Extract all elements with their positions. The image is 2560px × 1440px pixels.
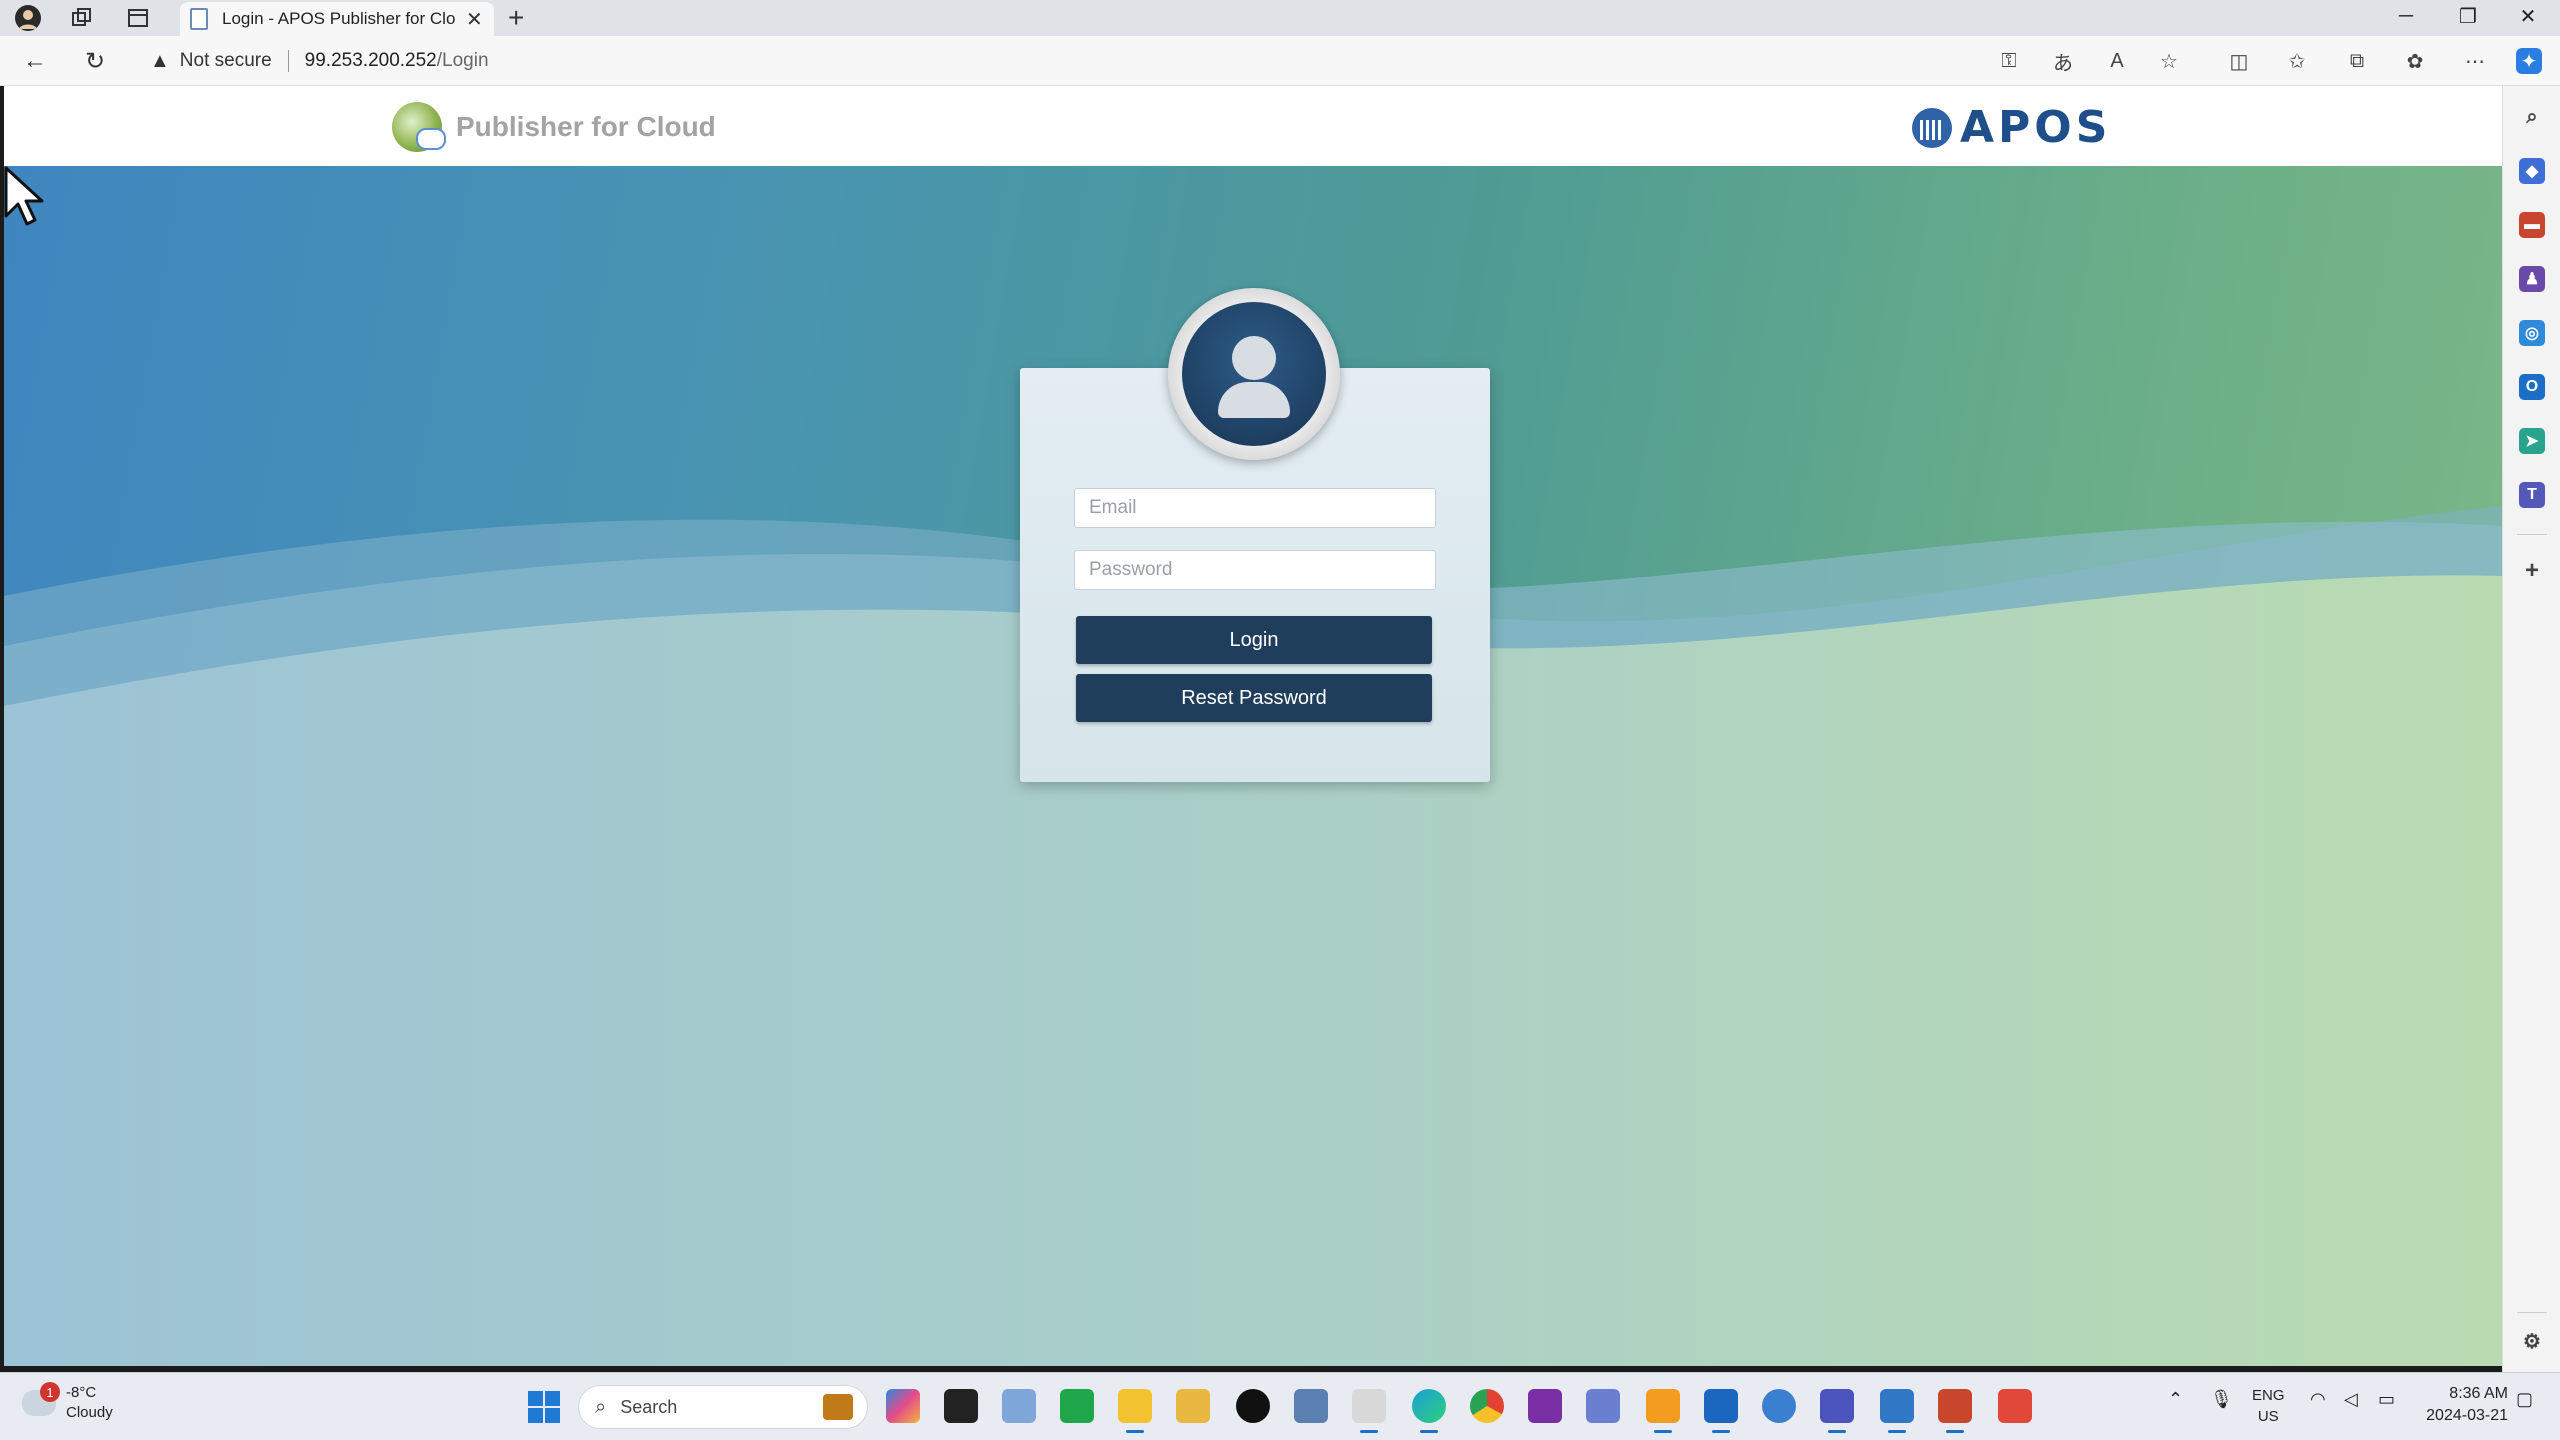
- url-text[interactable]: 99.253.200.252/Login: [305, 50, 489, 72]
- taskbar-search[interactable]: ⌕ Search: [578, 1385, 868, 1429]
- sidebar-divider-bottom: [2517, 1312, 2547, 1313]
- start-button[interactable]: [528, 1391, 560, 1423]
- tab-login[interactable]: Login - APOS Publisher for Cloud ✕: [180, 2, 494, 36]
- wifi-icon[interactable]: ◠: [2310, 1389, 2326, 1410]
- user-silhouette-icon: [1182, 302, 1326, 446]
- volume-icon[interactable]: ◁: [2344, 1389, 2358, 1410]
- user-avatar: [1168, 288, 1340, 460]
- browser-tab-strip: Login - APOS Publisher for Cloud ✕ + ─ ❐…: [0, 0, 2560, 36]
- sidebar-games-icon[interactable]: ♟: [2519, 266, 2545, 292]
- weather-temp: -8°C: [66, 1384, 97, 1401]
- browser-toolbar: ← ↻ ▲ Not secure 99.253.200.252/Login ⚿ …: [0, 36, 2560, 86]
- weather-widget[interactable]: 1 -8°C Cloudy: [22, 1382, 113, 1423]
- file-explorer-icon[interactable]: [1118, 1389, 1152, 1433]
- tab-actions-icon[interactable]: [124, 4, 152, 32]
- terminal-app-icon[interactable]: [944, 1389, 978, 1423]
- tray-chevron-icon[interactable]: ⌃: [2168, 1389, 2183, 1410]
- brand: Publisher for Cloud: [392, 102, 716, 152]
- web-page: Publisher for Cloud APOS Login Reset: [4, 86, 2502, 1366]
- notes-app-icon[interactable]: [1352, 1389, 1386, 1433]
- restore-icon[interactable]: ❐: [2440, 0, 2496, 32]
- background-hero: Login Reset Password: [4, 166, 2502, 1366]
- monitor-app-icon[interactable]: [1002, 1389, 1036, 1423]
- reset-password-button[interactable]: Reset Password: [1076, 674, 1432, 722]
- cloud-icon: 1: [22, 1382, 60, 1416]
- favorites-icon[interactable]: ✩: [2284, 48, 2310, 74]
- powerpoint-icon[interactable]: [1938, 1389, 1972, 1433]
- new-tab-icon[interactable]: +: [508, 2, 524, 34]
- language-indicator[interactable]: ENG US: [2252, 1385, 2285, 1427]
- sidebar-search-icon[interactable]: ⌕: [2519, 104, 2545, 130]
- apos-mark-icon: [1912, 107, 1952, 148]
- sidebar-teams-icon[interactable]: T: [2519, 482, 2545, 508]
- profile-avatar-icon[interactable]: [14, 4, 42, 32]
- copilot-app-icon[interactable]: [886, 1389, 920, 1423]
- notifications-icon[interactable]: ▢: [2516, 1389, 2533, 1410]
- weather-badge: 1: [40, 1382, 60, 1402]
- extensions-icon[interactable]: ✿: [2402, 48, 2428, 74]
- email-field[interactable]: [1074, 488, 1436, 528]
- password-field[interactable]: [1074, 550, 1436, 590]
- sidebar-microsoft365-icon[interactable]: ◎: [2519, 320, 2545, 346]
- r-app-icon[interactable]: [1762, 1389, 1796, 1423]
- read-aloud-icon[interactable]: A: [2104, 48, 2130, 74]
- sidebar-drop-icon[interactable]: ➤: [2519, 428, 2545, 454]
- minimize-icon[interactable]: ─: [2378, 0, 2434, 32]
- windows-taskbar: 1 -8°C Cloudy ⌕ Search ⌃ 🎙 ENG US ◠ ◁ ▭ …: [0, 1372, 2560, 1440]
- sidebar-divider: [2517, 534, 2547, 535]
- warning-icon[interactable]: ▲: [150, 50, 170, 73]
- collections-icon[interactable]: ⧉: [2344, 48, 2370, 74]
- browser-sidebar: ⌕ ◆ ▬ ♟ ◎ O ➤ T + ⚙: [2502, 86, 2560, 1372]
- sidebar-settings-icon[interactable]: ⚙: [2519, 1328, 2545, 1354]
- address-divider: [287, 50, 289, 72]
- site-header: Publisher for Cloud APOS: [4, 86, 2502, 166]
- address-bar[interactable]: ▲ Not secure 99.253.200.252/Login: [150, 44, 489, 78]
- snipping-tool-icon[interactable]: [1176, 1389, 1210, 1423]
- system-clock[interactable]: 8:36 AM 2024-03-21: [2412, 1383, 2508, 1427]
- weather-desc: Cloudy: [66, 1404, 113, 1421]
- sidebar-add-icon[interactable]: +: [2519, 557, 2545, 584]
- publisher-logo-icon: [392, 102, 446, 152]
- onenote-icon[interactable]: [1528, 1389, 1562, 1423]
- security-label[interactable]: Not secure: [180, 50, 272, 72]
- more-options-icon[interactable]: ⋯: [2462, 48, 2488, 74]
- reader-app-icon[interactable]: [1294, 1389, 1328, 1423]
- page-favicon-icon: [190, 8, 208, 30]
- outlook-icon[interactable]: [1704, 1389, 1738, 1433]
- microphone-icon[interactable]: 🎙: [2210, 1389, 2233, 1410]
- people-app-icon[interactable]: [1586, 1389, 1620, 1423]
- window-close-icon[interactable]: ✕: [2500, 0, 2556, 32]
- tab-title: Login - APOS Publisher for Cloud: [222, 9, 456, 28]
- login-button[interactable]: Login: [1076, 616, 1432, 664]
- sidebar-outlook-icon[interactable]: O: [2519, 374, 2545, 400]
- tab-close-icon[interactable]: ✕: [466, 7, 483, 32]
- workspaces-icon[interactable]: [68, 4, 96, 32]
- battery-icon[interactable]: ▭: [2378, 1389, 2395, 1410]
- search-placeholder: Search: [620, 1396, 678, 1417]
- translate-icon[interactable]: あ: [2050, 48, 2076, 75]
- favorite-star-icon[interactable]: ☆: [2156, 48, 2182, 74]
- alien-app-icon[interactable]: [1236, 1389, 1270, 1423]
- chrome-icon[interactable]: [1470, 1389, 1504, 1423]
- notepad-icon[interactable]: [1880, 1389, 1914, 1433]
- sidebar-tools-icon[interactable]: ▬: [2519, 212, 2545, 238]
- edge-browser-icon[interactable]: [1412, 1389, 1446, 1433]
- key-icon[interactable]: ⚿: [1996, 48, 2022, 74]
- search-highlight-icon: [823, 1394, 853, 1420]
- mouse-cursor-icon: [4, 166, 44, 226]
- camtasia-app-icon[interactable]: [1060, 1389, 1094, 1423]
- sidebar-shopping-icon[interactable]: ◆: [2519, 158, 2545, 184]
- apos-logo-text: APOS: [1960, 102, 2112, 153]
- apos-logo: APOS: [1912, 102, 2111, 153]
- teams-icon[interactable]: [1820, 1389, 1854, 1433]
- search-icon: ⌕: [595, 1395, 607, 1418]
- product-name: Publisher for Cloud: [456, 111, 716, 142]
- back-icon[interactable]: ←: [20, 46, 50, 76]
- split-screen-icon[interactable]: ◫: [2226, 48, 2252, 74]
- capture-app-icon[interactable]: [1998, 1389, 2032, 1423]
- remote-desktop-icon[interactable]: [1646, 1389, 1680, 1433]
- refresh-icon[interactable]: ↻: [80, 46, 110, 76]
- copilot-icon[interactable]: ✦: [2516, 48, 2542, 74]
